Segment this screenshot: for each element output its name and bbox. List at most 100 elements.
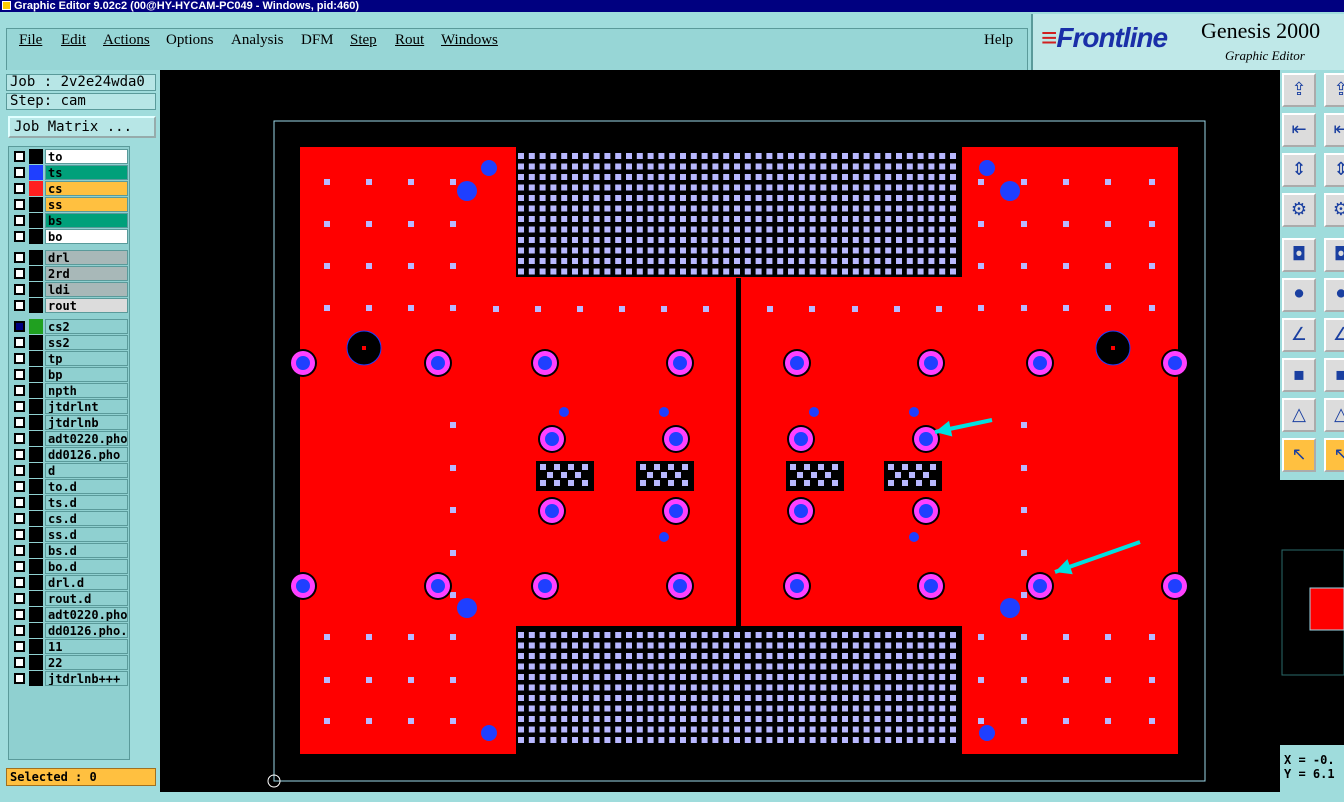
layer-row-21[interactable]: ts.d xyxy=(11,495,129,510)
tool-button-1-0[interactable]: ⇤ xyxy=(1282,113,1316,147)
layer-checkbox[interactable] xyxy=(14,449,25,460)
layer-checkbox[interactable] xyxy=(14,167,25,178)
layer-row-29[interactable]: dd0126.pho.c xyxy=(11,623,129,638)
layer-checkbox[interactable] xyxy=(14,385,25,396)
layer-row-30[interactable]: 11 xyxy=(11,639,129,654)
layer-name[interactable]: jtdrlnt xyxy=(45,399,128,414)
layer-row-14[interactable]: npth xyxy=(11,383,129,398)
tool-button-9-1[interactable]: ↖ xyxy=(1324,438,1344,472)
layer-checkbox[interactable] xyxy=(14,337,25,348)
menu-windows[interactable]: Windows xyxy=(441,32,498,49)
layer-name[interactable]: dd0126.pho xyxy=(45,447,128,462)
layer-row-24[interactable]: bs.d xyxy=(11,543,129,558)
layer-name[interactable]: rout.d xyxy=(45,591,128,606)
layer-row-25[interactable]: bo.d xyxy=(11,559,129,574)
layer-checkbox[interactable] xyxy=(14,561,25,572)
layer-name[interactable]: jtdrlnb xyxy=(45,415,128,430)
layer-row-11[interactable]: ss2 xyxy=(11,335,129,350)
layer-checkbox[interactable] xyxy=(14,641,25,652)
layer-checkbox[interactable] xyxy=(14,513,25,524)
tool-button-2-0[interactable]: ⇕ xyxy=(1282,153,1316,187)
tool-button-8-0[interactable]: △ xyxy=(1282,398,1316,432)
tool-button-3-1[interactable]: ⚙ xyxy=(1324,193,1344,227)
layer-name[interactable]: drl.d xyxy=(45,575,128,590)
menu-analysis[interactable]: Analysis xyxy=(231,32,284,49)
menu-edit[interactable]: Edit xyxy=(61,32,86,49)
tool-button-5-1[interactable]: ⚫ xyxy=(1324,278,1344,312)
tool-button-3-0[interactable]: ⚙ xyxy=(1282,193,1316,227)
layer-name[interactable]: ss2 xyxy=(45,335,128,350)
layer-checkbox[interactable] xyxy=(14,284,25,295)
layer-checkbox[interactable] xyxy=(14,545,25,556)
layer-row-13[interactable]: bp xyxy=(11,367,129,382)
layer-row-7[interactable]: 2rd xyxy=(11,266,129,281)
layer-checkbox[interactable] xyxy=(14,300,25,311)
layer-checkbox[interactable] xyxy=(14,183,25,194)
menu-options[interactable]: Options xyxy=(166,32,214,49)
layer-checkbox[interactable] xyxy=(14,199,25,210)
layer-row-20[interactable]: to.d xyxy=(11,479,129,494)
layer-row-32[interactable]: jtdrlnb+++ xyxy=(11,671,129,686)
layer-row-0[interactable]: to xyxy=(11,149,129,164)
overview-preview[interactable] xyxy=(1280,480,1344,745)
layer-row-4[interactable]: bs xyxy=(11,213,129,228)
layer-name[interactable]: bo.d xyxy=(45,559,128,574)
layer-name[interactable]: ldi xyxy=(45,282,128,297)
layer-checkbox[interactable] xyxy=(14,268,25,279)
layer-row-8[interactable]: ldi xyxy=(11,282,129,297)
layer-row-26[interactable]: drl.d xyxy=(11,575,129,590)
layer-name[interactable]: npth xyxy=(45,383,128,398)
layer-checkbox[interactable] xyxy=(14,433,25,444)
layer-row-19[interactable]: d xyxy=(11,463,129,478)
graphic-canvas[interactable] xyxy=(160,70,1280,792)
layer-row-6[interactable]: drl xyxy=(11,250,129,265)
layer-name[interactable]: dd0126.pho.c xyxy=(45,623,128,638)
layer-row-15[interactable]: jtdrlnt xyxy=(11,399,129,414)
tool-button-4-1[interactable]: ◘ xyxy=(1324,238,1344,272)
layer-checkbox[interactable] xyxy=(14,625,25,636)
layer-name[interactable]: ss xyxy=(45,197,128,212)
layer-name[interactable]: 11 xyxy=(45,639,128,654)
layer-name[interactable]: 22 xyxy=(45,655,128,670)
layer-checkbox[interactable] xyxy=(14,577,25,588)
layer-row-2[interactable]: cs xyxy=(11,181,129,196)
pcb-board-view[interactable] xyxy=(160,70,1280,792)
layer-row-27[interactable]: rout.d xyxy=(11,591,129,606)
layer-checkbox[interactable] xyxy=(14,657,25,668)
layer-row-23[interactable]: ss.d xyxy=(11,527,129,542)
layer-row-18[interactable]: dd0126.pho xyxy=(11,447,129,462)
layer-row-3[interactable]: ss xyxy=(11,197,129,212)
menu-rout[interactable]: Rout xyxy=(395,32,424,49)
layer-checkbox[interactable] xyxy=(14,673,25,684)
layer-row-16[interactable]: jtdrlnb xyxy=(11,415,129,430)
layer-row-12[interactable]: tp xyxy=(11,351,129,366)
layer-row-9[interactable]: rout xyxy=(11,298,129,313)
menu-file[interactable]: File xyxy=(19,32,42,49)
tool-button-4-0[interactable]: ◘ xyxy=(1282,238,1316,272)
layer-name[interactable]: tp xyxy=(45,351,128,366)
layer-checkbox[interactable] xyxy=(14,609,25,620)
layer-name[interactable]: cs2 xyxy=(45,319,128,334)
layer-checkbox[interactable] xyxy=(14,529,25,540)
layer-row-1[interactable]: ts xyxy=(11,165,129,180)
layer-checkbox[interactable] xyxy=(14,481,25,492)
layer-name[interactable]: bs.d xyxy=(45,543,128,558)
layer-checkbox[interactable] xyxy=(14,321,25,332)
layer-name[interactable]: to.d xyxy=(45,479,128,494)
layer-name[interactable]: d xyxy=(45,463,128,478)
layer-row-17[interactable]: adt0220.pho xyxy=(11,431,129,446)
layer-name[interactable]: jtdrlnb+++ xyxy=(45,671,128,686)
layer-checkbox[interactable] xyxy=(14,401,25,412)
layer-name[interactable]: 2rd xyxy=(45,266,128,281)
layer-name[interactable]: bo xyxy=(45,229,128,244)
layer-name[interactable]: bs xyxy=(45,213,128,228)
layer-row-22[interactable]: cs.d xyxy=(11,511,129,526)
layer-name[interactable]: ts.d xyxy=(45,495,128,510)
menu-step[interactable]: Step xyxy=(350,32,377,49)
layer-name[interactable]: ss.d xyxy=(45,527,128,542)
menu-dfm[interactable]: DFM xyxy=(301,32,334,49)
layer-name[interactable]: drl xyxy=(45,250,128,265)
layer-name[interactable]: cs xyxy=(45,181,128,196)
tool-button-6-0[interactable]: ∠ xyxy=(1282,318,1316,352)
layer-checkbox[interactable] xyxy=(14,252,25,263)
